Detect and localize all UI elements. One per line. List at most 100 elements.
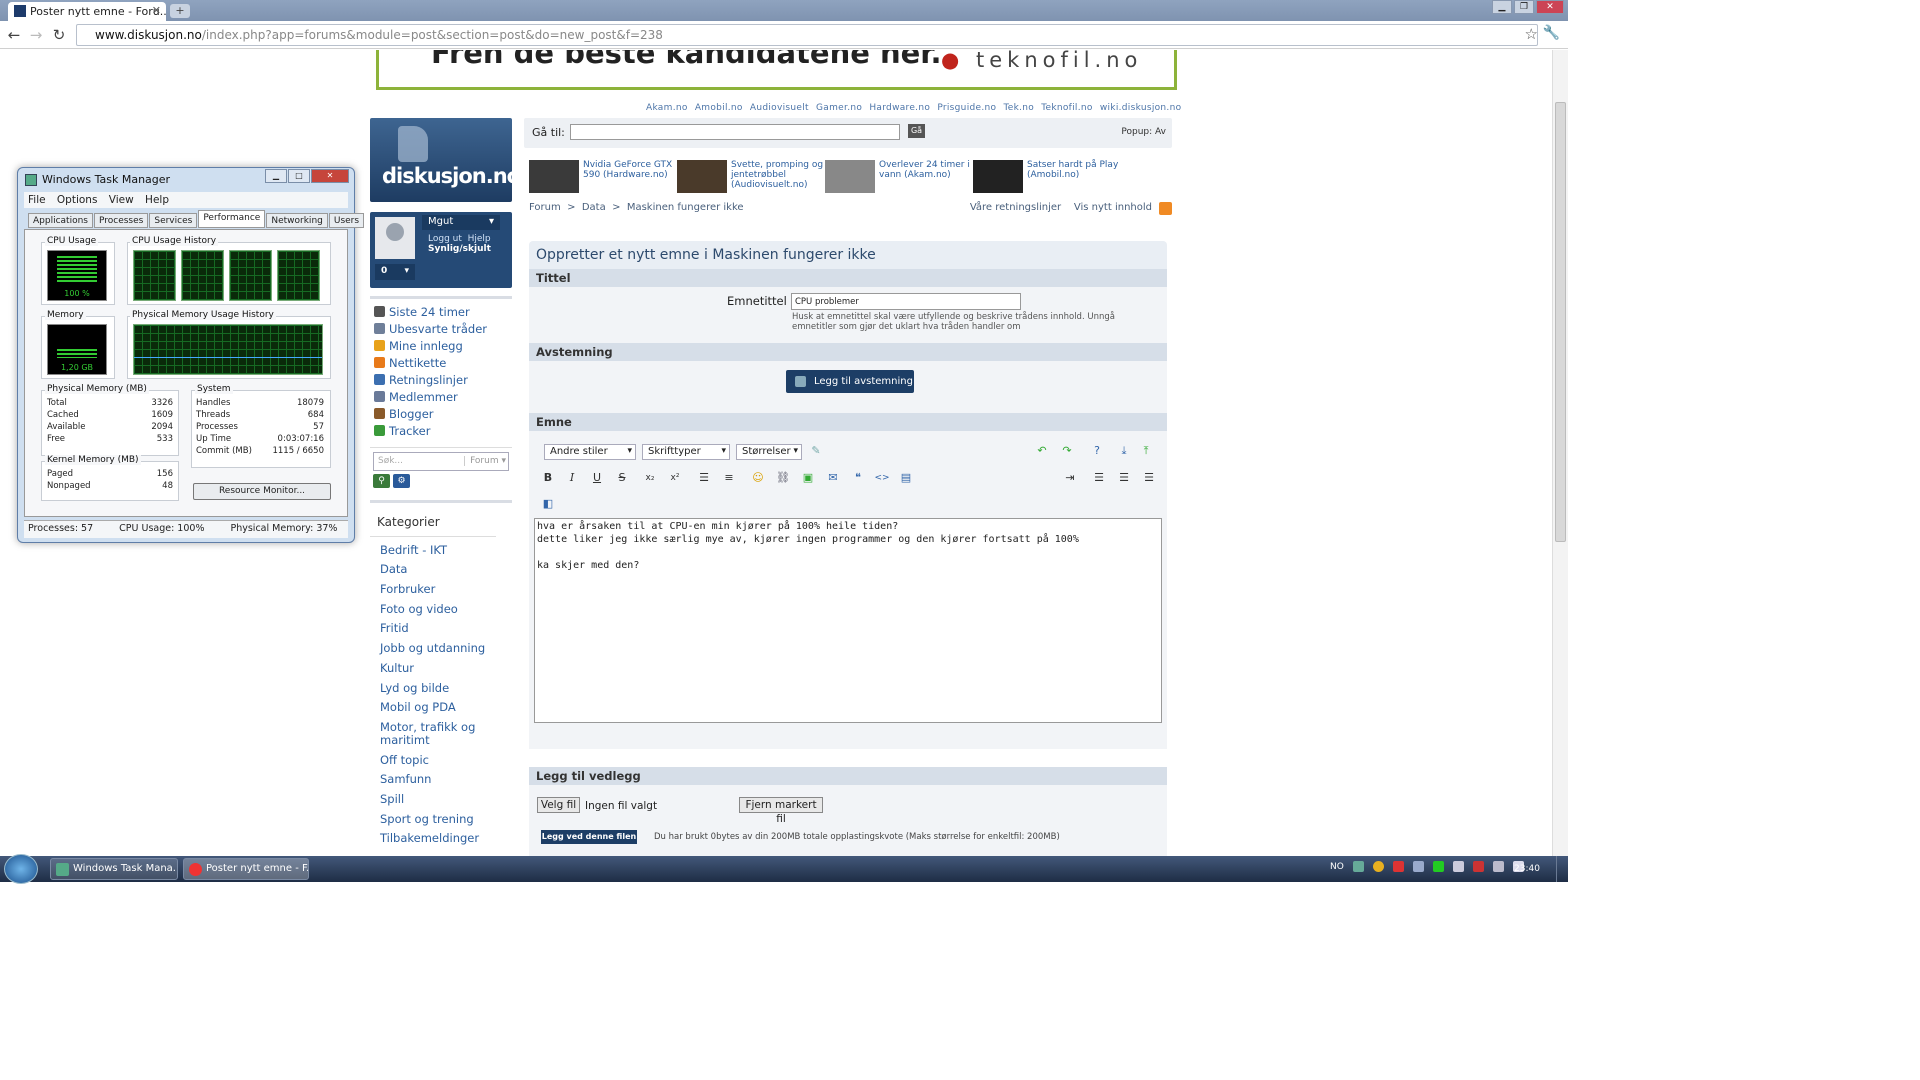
bullet-list-icon[interactable]: ☰ — [696, 471, 712, 485]
load-draft-icon[interactable]: ⤒ — [1138, 444, 1154, 458]
news-item[interactable]: Svette, promping og jentetrøbbel (Audiov… — [677, 160, 825, 194]
news-thumbnail[interactable] — [677, 160, 727, 193]
goto-button[interactable]: Gå — [908, 124, 925, 138]
browser-tab-active[interactable]: Poster nytt emne - Foru... ✕ — [8, 2, 166, 21]
tray-app-icon[interactable] — [1352, 861, 1364, 872]
tab-networking[interactable]: Networking — [266, 213, 328, 228]
align-left-icon[interactable]: ☰ — [1091, 471, 1107, 485]
indent-icon[interactable]: ⇥ — [1062, 471, 1078, 485]
side-link[interactable]: Mine innlegg — [374, 337, 512, 354]
tab-close-icon[interactable]: ✕ — [152, 4, 161, 17]
restore-button[interactable]: ❐ — [1514, 0, 1534, 14]
subscript-icon[interactable]: x₂ — [642, 471, 658, 485]
resource-monitor-button[interactable]: Resource Monitor... — [193, 483, 331, 500]
side-link[interactable]: Medlemmer — [374, 388, 512, 405]
tray-antivirus-icon[interactable] — [1392, 861, 1404, 872]
taskbar-task-manager[interactable]: Windows Task Mana... — [50, 858, 178, 880]
news-item[interactable]: Satser hardt på Play (Amobil.no) — [973, 160, 1121, 194]
font-dropdown[interactable]: Skrifttyper — [642, 444, 730, 460]
undo-icon[interactable]: ↶ — [1034, 444, 1050, 458]
reload-icon[interactable]: ↻ — [49, 25, 69, 45]
side-link[interactable]: Blogger — [374, 405, 512, 422]
align-center-icon[interactable]: ☰ — [1116, 471, 1132, 485]
category-item[interactable]: Forbruker — [370, 583, 512, 596]
eraser-icon[interactable]: ✎ — [808, 444, 824, 458]
back-icon[interactable]: ← — [4, 25, 24, 45]
start-button[interactable] — [4, 854, 38, 884]
category-item[interactable]: Tilbakemeldinger — [370, 832, 512, 845]
username-dropdown[interactable]: Mgut ▾ — [422, 215, 500, 230]
source-view-icon[interactable]: ◧ — [540, 497, 556, 511]
news-link[interactable]: Nvidia GeForce GTX 590 (Hardware.no) — [583, 160, 677, 180]
tm-minimize-button[interactable]: ▁ — [265, 169, 287, 183]
news-link[interactable]: Overlever 24 timer i vann (Akam.no) — [879, 160, 973, 180]
search-scope-dropdown[interactable]: Forum ▾ — [464, 456, 506, 466]
help-icon[interactable]: ? — [1089, 444, 1105, 458]
choose-file-button[interactable]: Velg fil — [537, 797, 580, 813]
breadcrumb-item[interactable]: Forum — [529, 202, 561, 213]
news-link[interactable]: Satser hardt på Play (Amobil.no) — [1027, 160, 1121, 180]
emoticon-icon[interactable]: ☺ — [750, 471, 766, 485]
news-link[interactable]: Svette, promping og jentetrøbbel (Audiov… — [731, 160, 825, 190]
site-logo[interactable]: diskusjon.no — [370, 118, 521, 202]
new-content-link[interactable]: Vis nytt innhold — [1074, 202, 1152, 213]
side-link[interactable]: Retningslinjer — [374, 371, 512, 388]
logout-link[interactable]: Logg ut — [428, 234, 462, 244]
superscript-icon[interactable]: x² — [667, 471, 683, 485]
page-scrollbar[interactable] — [1552, 50, 1568, 856]
category-item[interactable]: Fritid — [370, 622, 512, 635]
category-item[interactable]: Mobil og PDA — [370, 701, 512, 714]
reputation-badge[interactable]: 0 ▾ — [375, 264, 415, 280]
redo-icon[interactable]: ↷ — [1059, 444, 1075, 458]
minimize-button[interactable]: ▁ — [1492, 0, 1512, 14]
address-bar[interactable]: www.diskusjon.no/index.php?app=forums&mo… — [76, 24, 1538, 46]
tray-app-icon[interactable] — [1412, 861, 1424, 872]
category-item[interactable]: Data — [370, 563, 512, 576]
network-icon[interactable] — [1492, 861, 1504, 872]
language-indicator[interactable]: NO — [1330, 862, 1344, 872]
scrollbar-thumb[interactable] — [1555, 102, 1566, 542]
image-icon[interactable]: ▣ — [800, 471, 816, 485]
tm-close-button[interactable]: ✕ — [311, 169, 349, 183]
category-item[interactable]: Kultur — [370, 661, 512, 675]
news-thumbnail[interactable] — [825, 160, 875, 193]
code-icon[interactable]: <> — [874, 471, 890, 485]
network-links[interactable]: Akam.no Amobil.no Audiovisuelt Gamer.no … — [646, 103, 1181, 113]
avatar[interactable] — [375, 217, 415, 259]
visibility-toggle[interactable]: Synlig/skjult — [428, 244, 491, 254]
news-thumbnail[interactable] — [973, 160, 1023, 193]
bold-icon[interactable]: B — [540, 471, 556, 485]
align-right-icon[interactable]: ☰ — [1141, 471, 1157, 485]
news-thumbnail[interactable] — [529, 160, 579, 193]
forward-icon[interactable]: → — [26, 25, 46, 45]
tray-action-center-icon[interactable] — [1452, 861, 1464, 872]
goto-input[interactable] — [570, 124, 900, 140]
side-link[interactable]: Tracker — [374, 422, 512, 439]
guidelines-link[interactable]: Våre retningslinjer — [970, 202, 1061, 213]
tab-performance[interactable]: Performance — [198, 210, 266, 228]
media-icon[interactable]: ▤ — [898, 471, 914, 485]
numbered-list-icon[interactable]: ≡ — [721, 471, 737, 485]
tab-processes[interactable]: Processes — [93, 213, 149, 228]
tray-flag-icon[interactable] — [1472, 861, 1484, 872]
side-link[interactable]: Nettikette — [374, 354, 512, 371]
style-dropdown[interactable]: Andre stiler — [544, 444, 636, 460]
quote-icon[interactable]: ❝ — [850, 471, 866, 485]
category-item[interactable]: Lyd og bilde — [370, 681, 512, 695]
help-link[interactable]: Hjelp — [468, 234, 491, 244]
breadcrumb-item[interactable]: Data — [582, 202, 606, 213]
gear-icon[interactable]: ⚙ — [393, 474, 410, 488]
tm-maximize-button[interactable]: □ — [288, 169, 310, 183]
rss-icon[interactable] — [1159, 202, 1172, 215]
tab-services[interactable]: Services — [149, 213, 198, 228]
category-item[interactable]: Off topic — [370, 753, 512, 767]
category-item[interactable]: Sport og trening — [370, 812, 512, 826]
remove-file-button[interactable]: Fjern markert fil — [739, 797, 823, 825]
side-link[interactable]: Ubesvarte tråder — [374, 320, 512, 337]
tray-status-icon[interactable] — [1432, 861, 1444, 872]
email-icon[interactable]: ✉ — [825, 471, 841, 485]
bookmark-star-icon[interactable]: ☆ — [1525, 25, 1538, 43]
add-poll-button[interactable]: Legg til avstemning — [786, 370, 914, 393]
news-item[interactable]: Overlever 24 timer i vann (Akam.no) — [825, 160, 973, 194]
underline-icon[interactable]: U — [589, 471, 605, 485]
